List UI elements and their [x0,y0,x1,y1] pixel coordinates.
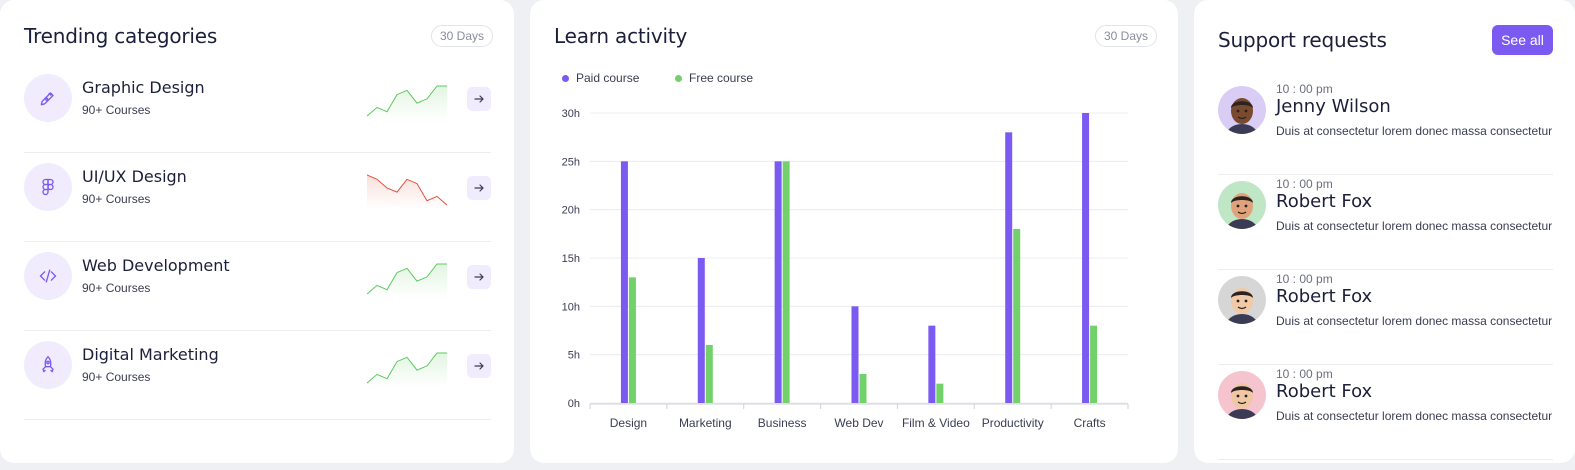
x-tick-label: Crafts [1074,416,1106,430]
request-message: Duis at consectetur lorem donec massa co… [1276,409,1553,423]
learn-activity-chart: 0h 5h 10h 15h 20h 25h 30h Design Marketing Busine… [562,108,1129,430]
bar-paid-design[interactable] [620,161,628,403]
arrow-right-icon [474,362,484,370]
rocket-icon [24,341,72,389]
trend-sparkline [367,263,447,298]
avatar [1218,276,1266,324]
requester-name: Robert Fox [1276,286,1373,307]
avatar [1218,181,1266,229]
open-category-button[interactable] [467,87,491,111]
support-request-item[interactable]: 10 : 00 pm Robert Fox Duis at consectetur … [1218,365,1553,460]
x-tick-label: Film & Video [902,416,970,430]
code-icon [24,252,72,300]
bar-paid-crafts[interactable] [1082,113,1090,403]
trend-sparkline [367,85,447,120]
requester-name: Jenny Wilson [1276,96,1391,117]
category-name: UI/UX Design [82,167,187,186]
category-course-count: 90+ Courses [82,192,151,206]
support-request-item[interactable]: 10 : 00 pm Robert Fox Duis at consectetur … [1218,175,1553,270]
bar-paid-marketing[interactable] [697,258,705,403]
activity-period-select[interactable]: 30 Days [1095,25,1158,47]
legend-free: Free course [675,71,753,85]
activity-title: Learn activity [554,24,688,48]
trending-period-select[interactable]: 30 Days [431,25,494,47]
y-tick-label: 5h [568,350,580,362]
support-request-item[interactable]: 10 : 00 pm Jenny Wilson Duis at consectetu… [1218,80,1553,175]
category-course-count: 90+ Courses [82,370,151,384]
legend-paid-swatch [562,74,569,82]
trend-sparkline [367,352,447,387]
request-message: Duis at consectetur lorem donec massa co… [1276,314,1553,328]
avatar [1218,86,1266,134]
bar-free-marketing[interactable] [705,345,713,403]
open-category-button[interactable] [467,176,491,200]
legend-paid-label: Paid course [576,71,640,85]
request-time: 10 : 00 pm [1276,367,1333,381]
pen-tool-icon [24,74,72,122]
bar-free-productivity[interactable] [1013,229,1021,403]
avatar [1218,371,1266,419]
bar-paid-business[interactable] [774,161,782,403]
y-tick-label: 30h [562,108,580,120]
bar-paid-web-dev[interactable] [851,306,859,403]
category-name: Graphic Design [82,78,205,97]
y-tick-label: 25h [562,156,580,168]
category-row[interactable]: Digital Marketing 90+ Courses [24,331,491,420]
x-tick-label: Marketing [679,416,732,430]
legend-free-label: Free course [689,71,754,85]
category-name: Web Development [82,256,230,275]
see-all-button[interactable]: See all [1492,25,1553,55]
x-tick-label: Productivity [982,416,1044,430]
x-tick-label: Business [758,416,807,430]
figma-icon [24,163,72,211]
trend-sparkline [367,174,447,209]
trending-title: Trending categories [24,24,218,48]
category-course-count: 90+ Courses [82,103,151,117]
bar-paid-productivity[interactable] [1005,132,1013,404]
legend-paid: Paid course [562,71,639,85]
category-course-count: 90+ Courses [82,281,151,295]
open-category-button[interactable] [467,265,491,289]
bar-free-crafts[interactable] [1090,325,1098,403]
request-message: Duis at consectetur lorem donec massa co… [1276,219,1553,233]
category-row[interactable]: Web Development 90+ Courses [24,242,491,331]
category-name: Digital Marketing [82,345,219,364]
legend-free-swatch [675,74,682,82]
arrow-right-icon [474,95,484,103]
request-time: 10 : 00 pm [1276,272,1333,286]
bar-free-web-dev[interactable] [859,374,867,403]
y-tick-label: 0h [568,398,580,410]
bar-free-design[interactable] [628,277,636,403]
y-tick-label: 10h [562,301,580,313]
request-message: Duis at consectetur lorem donec massa co… [1276,124,1553,138]
bar-free-business[interactable] [782,161,790,403]
x-tick-label: Design [610,416,647,430]
requester-name: Robert Fox [1276,191,1373,212]
request-time: 10 : 00 pm [1276,177,1333,191]
bar-paid-film-video[interactable] [928,325,936,403]
arrow-right-icon [474,273,484,281]
open-category-button[interactable] [467,354,491,378]
y-tick-label: 15h [562,253,580,265]
x-tick-label: Web Dev [834,416,883,430]
support-title: Support requests [1218,28,1387,52]
category-row[interactable]: UI/UX Design 90+ Courses [24,153,491,242]
y-tick-label: 20h [562,205,580,217]
arrow-right-icon [474,184,484,192]
category-row[interactable]: Graphic Design 90+ Courses [24,64,491,153]
support-request-item[interactable]: 10 : 00 pm Robert Fox Duis at consectetur … [1218,270,1553,365]
request-time: 10 : 00 pm [1276,82,1333,96]
bar-free-film-video[interactable] [936,383,944,403]
requester-name: Robert Fox [1276,381,1373,402]
